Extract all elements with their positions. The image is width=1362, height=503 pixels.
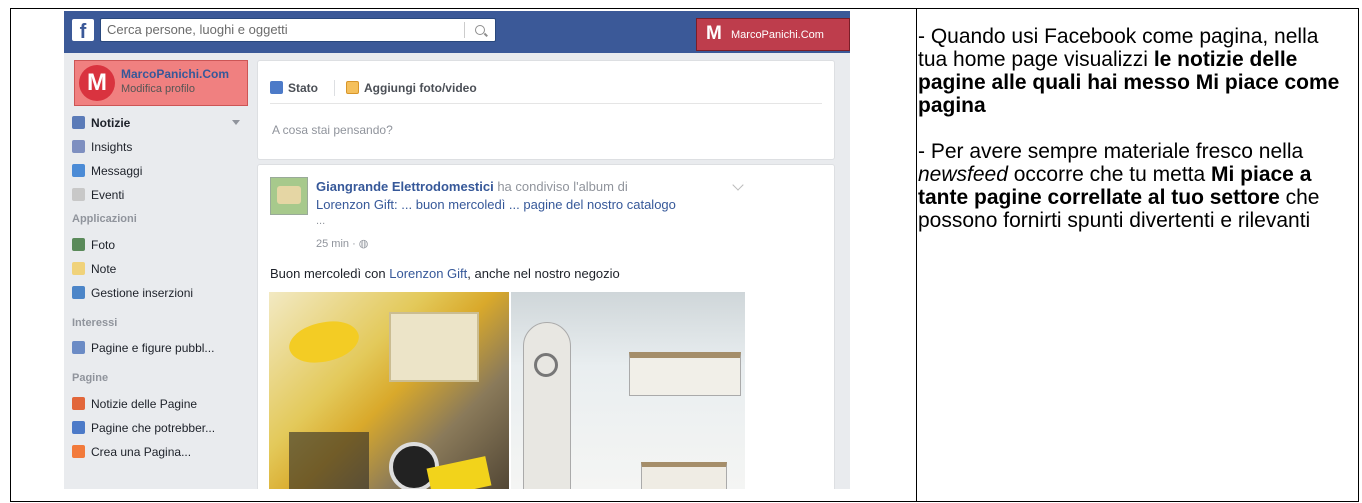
post-text-after: , anche nel nostro negozio bbox=[467, 266, 620, 281]
pencil-icon bbox=[270, 81, 283, 94]
column-divider bbox=[916, 9, 917, 501]
profile-name[interactable]: MarcoPanichi.Com bbox=[121, 67, 229, 81]
sidebar-item-label: Messaggi bbox=[91, 164, 143, 178]
explanation-paragraph-1: - Quando usi Facebook come pagina, nella… bbox=[918, 25, 1348, 117]
create-page-icon bbox=[72, 445, 85, 458]
sidebar-item-label: Insights bbox=[91, 140, 133, 154]
photos-icon bbox=[72, 238, 85, 251]
search-placeholder: Cerca persone, luoghi e oggetti bbox=[107, 22, 288, 37]
chevron-down-icon[interactable] bbox=[732, 179, 744, 191]
p2-italic: newsfeed bbox=[918, 163, 1008, 186]
sidebar-item-label: Note bbox=[91, 262, 117, 276]
chevron-down-icon[interactable] bbox=[232, 120, 240, 125]
news-feed-post: Giangrande Elettrodomestici ha condiviso… bbox=[257, 164, 835, 489]
post-album-link[interactable]: Lorenzon Gift: ... buon mercoledì ... pa… bbox=[316, 197, 676, 212]
photo-icon bbox=[346, 81, 359, 94]
page-profile-button[interactable]: M MarcoPanichi.Com bbox=[696, 18, 850, 51]
sidebar-item-label: Pagine che potrebber... bbox=[91, 421, 216, 435]
section-header-apps: Applicazioni bbox=[72, 213, 137, 225]
post-text: Buon mercoledì con Lorenzon Gift, anche … bbox=[270, 266, 620, 281]
search-icon[interactable] bbox=[475, 25, 485, 35]
explanation-text: - Quando usi Facebook come pagina, nella… bbox=[918, 25, 1348, 232]
ads-manager-icon bbox=[72, 286, 85, 299]
post-author-link[interactable]: Giangrande Elettrodomestici bbox=[316, 179, 494, 194]
photo-shape bbox=[284, 311, 364, 373]
sidebar-item-label: Pagine e figure pubbl... bbox=[91, 341, 215, 355]
composer-divider bbox=[270, 103, 822, 104]
photo-shape bbox=[289, 432, 369, 489]
edit-profile-link[interactable]: Modifica profilo bbox=[121, 83, 195, 95]
post-author-avatar[interactable] bbox=[270, 177, 308, 215]
page-logo-icon: M bbox=[706, 23, 722, 44]
post-action-text: ha condiviso l'album di bbox=[493, 179, 628, 194]
post-text-before: Buon mercoledì con bbox=[270, 266, 390, 281]
tab-status-label: Stato bbox=[288, 81, 318, 95]
sidebar-item-label: Gestione inserzioni bbox=[91, 286, 194, 300]
tab-add-photo-label: Aggiungi foto/video bbox=[364, 81, 477, 95]
facebook-top-bar: f Cerca persone, luoghi e oggetti M Marc… bbox=[64, 11, 850, 53]
search-separator bbox=[464, 22, 465, 38]
news-icon bbox=[72, 116, 85, 129]
calendar-icon bbox=[72, 188, 85, 201]
post-timestamp[interactable]: 25 min · ◍ bbox=[316, 237, 368, 250]
megaphone-icon bbox=[72, 397, 85, 410]
page-button-label: MarcoPanichi.Com bbox=[731, 29, 824, 41]
insights-icon bbox=[72, 140, 85, 153]
facebook-screenshot: f Cerca persone, luoghi e oggetti M Marc… bbox=[64, 11, 850, 489]
photo-shape bbox=[641, 462, 727, 489]
status-composer: Stato Aggiungi foto/video A cosa stai pe… bbox=[257, 60, 835, 160]
photo-shape bbox=[629, 352, 741, 396]
post-photo-left[interactable] bbox=[269, 292, 509, 489]
feed-icon bbox=[72, 341, 85, 354]
facebook-logo-icon[interactable]: f bbox=[72, 19, 94, 41]
tab-separator bbox=[334, 80, 335, 96]
like-icon bbox=[72, 421, 85, 434]
section-header-pages: Pagine bbox=[72, 372, 109, 384]
section-header-interests: Interessi bbox=[72, 317, 118, 329]
sidebar-item-label: Crea una Pagina... bbox=[91, 445, 192, 459]
search-input[interactable]: Cerca persone, luoghi e oggetti bbox=[100, 18, 496, 42]
notes-icon bbox=[72, 262, 85, 275]
tab-add-photo[interactable]: Aggiungi foto/video bbox=[346, 81, 477, 95]
p2-prefix: - Per avere sempre materiale fresco nell… bbox=[918, 140, 1304, 163]
messages-icon bbox=[72, 164, 85, 177]
post-header: Giangrande Elettrodomestici ha condiviso… bbox=[316, 179, 628, 194]
tab-status[interactable]: Stato bbox=[270, 81, 318, 95]
post-text-link[interactable]: Lorenzon Gift bbox=[389, 266, 467, 281]
post-photo-right[interactable] bbox=[511, 292, 745, 489]
sidebar-item-label: Eventi bbox=[91, 188, 125, 202]
post-ellipsis: ... bbox=[316, 215, 326, 227]
sidebar-item-label: Notizie delle Pagine bbox=[91, 397, 198, 411]
avatar[interactable]: M bbox=[79, 65, 115, 101]
sidebar-item-label: Notizie bbox=[91, 116, 131, 130]
photo-shape bbox=[523, 322, 571, 489]
profile-box[interactable]: M MarcoPanichi.Com Modifica profilo bbox=[74, 60, 248, 106]
p2-mid: occorre che tu metta bbox=[1007, 163, 1211, 186]
status-input[interactable]: A cosa stai pensando? bbox=[272, 123, 393, 137]
sidebar-item-label: Foto bbox=[91, 238, 116, 252]
explanation-paragraph-2: - Per avere sempre materiale fresco nell… bbox=[918, 140, 1348, 232]
photo-shape bbox=[389, 312, 479, 382]
